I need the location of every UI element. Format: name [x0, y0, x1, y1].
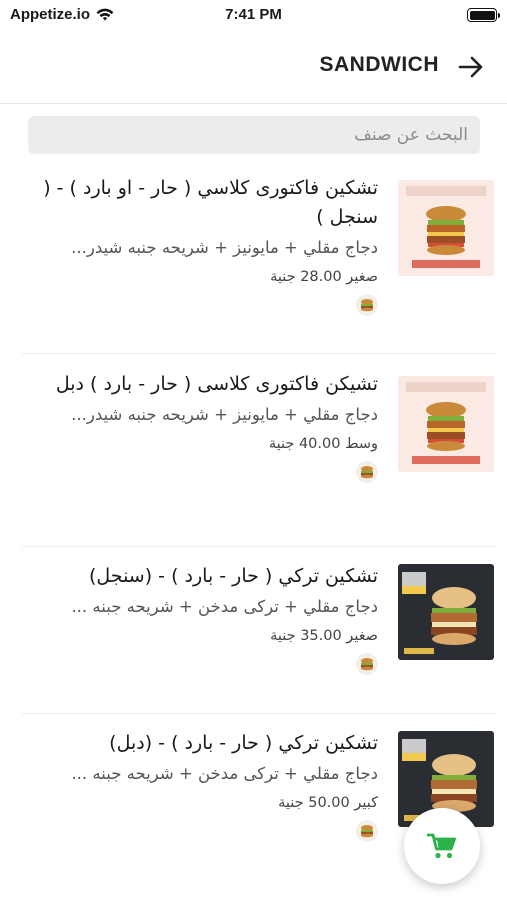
- product-image: [398, 564, 494, 660]
- divider: [22, 713, 496, 714]
- product-text: تشكين فاكتورى كلاسي ( حار - او بارد ) - …: [22, 174, 378, 316]
- product-image: [398, 180, 494, 276]
- product-description: دجاج مقلي + مايونيز + شريحه جنبه شيدر...: [71, 405, 378, 424]
- product-item[interactable]: تشكين فاكتورى كلاسي ( حار - او بارد ) - …: [22, 174, 496, 344]
- burger-icon: [356, 653, 378, 675]
- product-text: تشكين تركي ( حار - بارد ) - (سنجل) دجاج …: [22, 562, 378, 675]
- burger-icon: [356, 461, 378, 483]
- divider: [22, 353, 496, 354]
- page-title: SANDWICH: [319, 53, 439, 76]
- cart-icon: [427, 833, 456, 859]
- product-item[interactable]: تشكين تركي ( حار - بارد ) - (سنجل) دجاج …: [22, 562, 496, 702]
- battery-icon: [467, 8, 500, 22]
- product-text: تشيكن فاكتورى كلاسى ( حار - بارد ) دبل د…: [22, 370, 378, 483]
- product-title: تشكين تركي ( حار - بارد ) - (دبل): [109, 732, 378, 754]
- product-price: وسط 40.00 جنية: [268, 436, 378, 452]
- cart-button[interactable]: [404, 808, 480, 884]
- product-item[interactable]: تشيكن فاكتورى كلاسى ( حار - بارد ) دبل د…: [22, 370, 496, 540]
- product-image: [398, 376, 494, 472]
- product-title: تشكين تركي ( حار - بارد ) - (سنجل): [89, 565, 378, 587]
- status-time: 7:41 PM: [225, 6, 282, 23]
- product-description: دجاج مقلي + تركى مدخن + شريحه جبنه ...: [71, 597, 378, 616]
- search-input[interactable]: [28, 116, 480, 154]
- back-button[interactable]: [455, 52, 487, 82]
- product-price: صغير 35.00 جنية: [270, 628, 378, 644]
- burger-icon: [356, 294, 378, 316]
- arrow-right-icon: [458, 56, 483, 78]
- divider: [22, 546, 496, 547]
- product-price: صغير 28.00 جنية: [270, 269, 378, 285]
- burger-icon: [356, 820, 378, 842]
- product-description: دجاج مقلي + مايونيز + شريحه جنبه شيدر...: [71, 238, 378, 257]
- product-text: تشكين تركي ( حار - بارد ) - (دبل) دجاج م…: [22, 729, 378, 842]
- product-title: تشكين فاكتورى كلاسي ( حار - او بارد ) - …: [43, 177, 378, 228]
- app-header: SANDWICH: [0, 40, 507, 104]
- product-price: كبير 50.00 جنية: [278, 795, 378, 811]
- product-title: تشيكن فاكتورى كلاسى ( حار - بارد ) دبل: [55, 373, 378, 395]
- product-description: دجاج مقلي + تركى مدخن + شريحه جبنه ...: [71, 764, 378, 783]
- status-bar: Appetize.io 7:41 PM: [0, 0, 507, 32]
